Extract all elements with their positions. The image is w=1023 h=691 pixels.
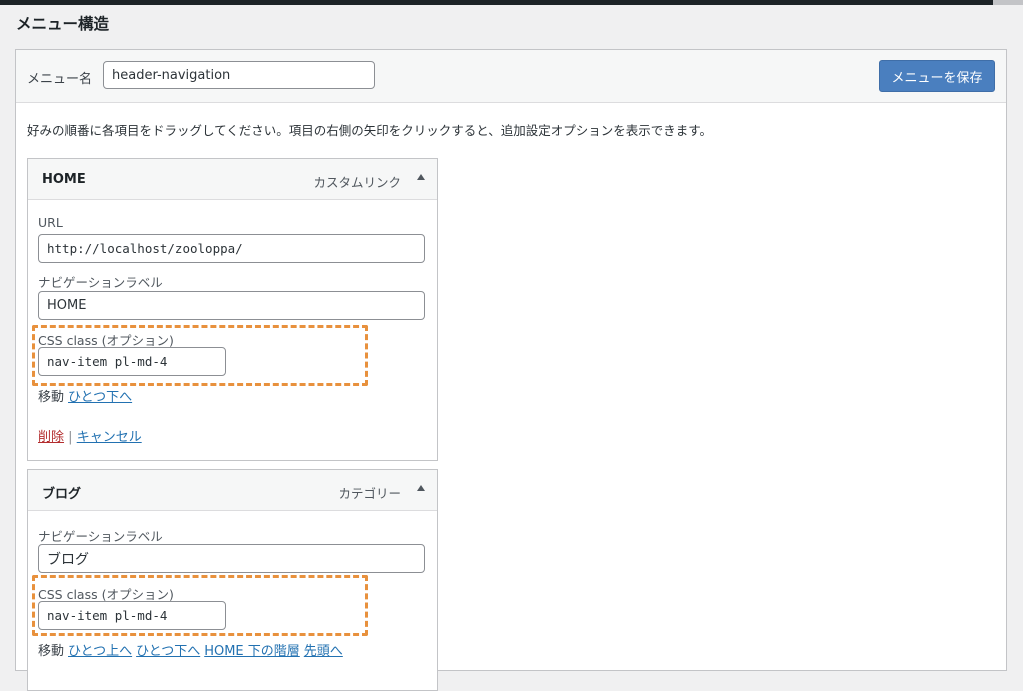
admin-top-bar [0,0,1023,5]
menu-header: メニュー名 メニューを保存 [16,50,1006,103]
item-actions: 削除 | キャンセル [38,426,142,445]
move-row: 移動 ひとつ上へ ひとつ下へ HOME 下の階層 先頭へ [38,640,343,659]
menu-item-blog: ブログ カテゴリー ナビゲーションラベル CSS class (オプション) 移… [27,469,438,691]
menu-item-type: カテゴリー [338,486,401,501]
delete-link[interactable]: 削除 [38,430,64,445]
instructions-text: 好みの順番に各項目をドラッグしてください。項目の右側の矢印をクリックすると、追加… [27,123,713,138]
cancel-link[interactable]: キャンセル [77,430,142,445]
css-class-input[interactable] [38,347,226,376]
collapse-arrow-icon[interactable] [417,174,425,180]
menu-name-input[interactable] [103,61,375,89]
nav-label-label: ナビゲーションラベル [38,529,163,544]
menu-item-handle[interactable]: ブログ カテゴリー [28,470,437,511]
nav-label-input[interactable] [38,291,425,320]
menu-item-handle[interactable]: HOME カスタムリンク [28,159,437,200]
top-bar-end [993,0,1023,5]
move-down-link[interactable]: ひとつ下へ [68,390,132,405]
menu-item-title: HOME [42,172,86,187]
nav-label-label: ナビゲーションラベル [38,275,163,290]
save-menu-button[interactable]: メニューを保存 [879,60,995,92]
move-row: 移動 ひとつ下へ [38,386,132,405]
url-input[interactable] [38,234,425,263]
menu-name-label: メニュー名 [27,72,93,87]
nav-label-input[interactable] [38,544,425,573]
collapse-arrow-icon[interactable] [417,485,425,491]
action-separator: | [68,430,73,445]
menu-item-title: ブログ [42,487,82,502]
css-class-input[interactable] [38,601,226,630]
move-label: 移動 [38,390,65,405]
section-title: メニュー構造 [16,15,110,33]
url-label: URL [38,215,63,230]
menu-structure-panel: メニュー名 メニューを保存 好みの順番に各項目をドラッグしてください。項目の右側… [15,49,1007,691]
menu-item-type: カスタムリンク [313,175,401,190]
menu-item-home: HOME カスタムリンク URL ナビゲーションラベル CSS class (オ… [27,158,438,461]
